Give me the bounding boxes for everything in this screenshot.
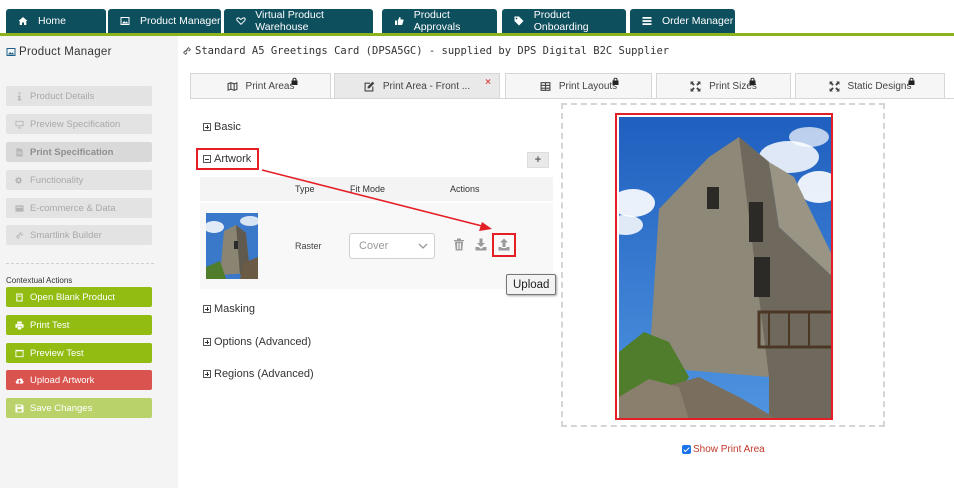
nav-tab-home[interactable]: Home — [6, 9, 106, 33]
upload-tooltip: Upload — [506, 274, 557, 295]
image-icon — [120, 16, 134, 26]
heart-icon — [236, 16, 249, 26]
expand-icon — [690, 81, 701, 92]
download-button[interactable] — [474, 236, 488, 252]
list-icon — [642, 16, 656, 26]
link-icon — [15, 230, 27, 240]
sidebar-item-product-details[interactable]: Product Details — [6, 86, 152, 106]
nav-tab-label: Product Manager — [140, 15, 221, 27]
save-changes-button[interactable]: Save Changes — [6, 398, 152, 418]
nav-tab-virtual-product-warehouse[interactable]: Virtual Product Warehouse — [224, 9, 373, 33]
close-icon[interactable]: × — [485, 77, 491, 88]
preview-test-button[interactable]: Preview Test — [6, 343, 152, 363]
nav-tab-label: Home — [38, 15, 67, 27]
download-icon — [475, 238, 487, 250]
contextual-actions-title: Contextual Actions — [6, 276, 73, 285]
document-icon — [15, 147, 27, 157]
lock-icon — [612, 77, 619, 87]
tab-print-sizes[interactable]: Print Sizes — [656, 73, 791, 98]
thumbs-up-icon — [394, 16, 408, 26]
add-artwork-button[interactable]: + — [527, 152, 549, 168]
column-fit-mode: Fit Mode — [350, 184, 386, 194]
sidebar-item-smartlink-builder[interactable]: Smartlink Builder — [6, 225, 152, 245]
nav-tab-product-onboarding[interactable]: Product Onboarding — [502, 9, 626, 33]
file-icon — [15, 292, 27, 302]
print-test-button[interactable]: Print Test — [6, 315, 152, 335]
eye-icon — [15, 348, 27, 358]
artwork-preview-image — [615, 113, 833, 420]
section-options-advanced[interactable]: Options (Advanced) — [203, 336, 311, 348]
trash-icon — [454, 238, 464, 250]
expand-icon — [829, 81, 840, 92]
grid-icon — [540, 81, 551, 92]
monitor-icon — [15, 119, 27, 129]
checkbox-checked-icon[interactable] — [682, 445, 691, 454]
home-icon — [18, 16, 32, 26]
lock-icon — [908, 77, 915, 87]
gears-icon — [15, 175, 27, 185]
column-type: Type — [295, 184, 315, 194]
upload-artwork-button[interactable]: Upload Artwork — [6, 370, 152, 390]
fit-mode-select[interactable]: Cover — [349, 233, 435, 259]
show-print-area-toggle[interactable]: Show Print Area — [682, 444, 765, 455]
chevron-down-icon — [418, 243, 428, 249]
sidebar-divider — [6, 263, 154, 264]
cloud-upload-icon — [15, 375, 27, 385]
upload-highlight-box — [492, 233, 516, 257]
nav-tab-product-approvals[interactable]: Product Approvals — [382, 9, 497, 33]
tab-print-areas[interactable]: Print Areas — [190, 73, 331, 98]
sidebar-item-functionality[interactable]: Functionality — [6, 170, 152, 190]
sidebar-item-preview-specification[interactable]: Preview Specification — [6, 114, 152, 134]
lock-icon — [749, 77, 756, 87]
nav-tab-product-manager[interactable]: Product Manager — [108, 9, 221, 33]
nav-tab-label: Product Approvals — [413, 9, 461, 33]
tab-divider — [190, 98, 954, 99]
product-header: Standard A5 Greetings Card (DPSA5GC) - s… — [182, 45, 669, 57]
sidebar-item-print-specification[interactable]: Print Specification — [6, 142, 152, 162]
column-actions: Actions — [450, 184, 480, 194]
link-icon — [183, 47, 191, 55]
collapse-minus-icon — [203, 155, 211, 163]
section-basic[interactable]: Basic — [203, 121, 241, 133]
section-masking[interactable]: Masking — [203, 303, 255, 315]
tab-print-layouts[interactable]: Print Layouts — [505, 73, 652, 98]
sidebar-item-ecommerce-data[interactable]: E-commerce & Data — [6, 198, 152, 218]
expand-plus-icon — [203, 370, 211, 378]
open-blank-product-button[interactable]: Open Blank Product — [6, 287, 152, 307]
card-icon — [15, 203, 27, 213]
tag-icon — [514, 16, 528, 26]
section-regions-advanced[interactable]: Regions (Advanced) — [203, 368, 314, 380]
image-icon — [6, 48, 16, 56]
printer-icon — [15, 320, 27, 330]
tab-print-area-front[interactable]: Print Area - Front ... × — [334, 73, 500, 98]
sidebar: Product Manager Product Details Preview … — [0, 36, 178, 488]
nav-tab-order-manager[interactable]: Order Manager — [630, 9, 735, 33]
edit-icon — [364, 81, 375, 92]
expand-plus-icon — [203, 123, 211, 131]
delete-button[interactable] — [452, 236, 466, 252]
artwork-table-header: Type Fit Mode Actions — [200, 177, 553, 201]
map-icon — [227, 81, 238, 92]
nav-tab-label: Virtual Product Warehouse — [255, 9, 324, 33]
lock-icon — [291, 77, 298, 87]
info-icon — [15, 91, 27, 101]
nav-tab-label: Order Manager — [662, 15, 734, 27]
sidebar-title: Product Manager — [6, 46, 112, 58]
save-icon — [15, 403, 27, 413]
artwork-thumbnail — [206, 213, 258, 279]
expand-plus-icon — [203, 305, 211, 313]
artwork-type: Raster — [295, 241, 322, 251]
top-navigation: Home Product Manager Virtual Product War… — [0, 0, 954, 36]
nav-tab-label: Product Onboarding — [533, 9, 589, 33]
tab-static-designs[interactable]: Static Designs — [795, 73, 945, 98]
section-artwork[interactable]: Artwork — [203, 153, 251, 165]
expand-plus-icon — [203, 338, 211, 346]
